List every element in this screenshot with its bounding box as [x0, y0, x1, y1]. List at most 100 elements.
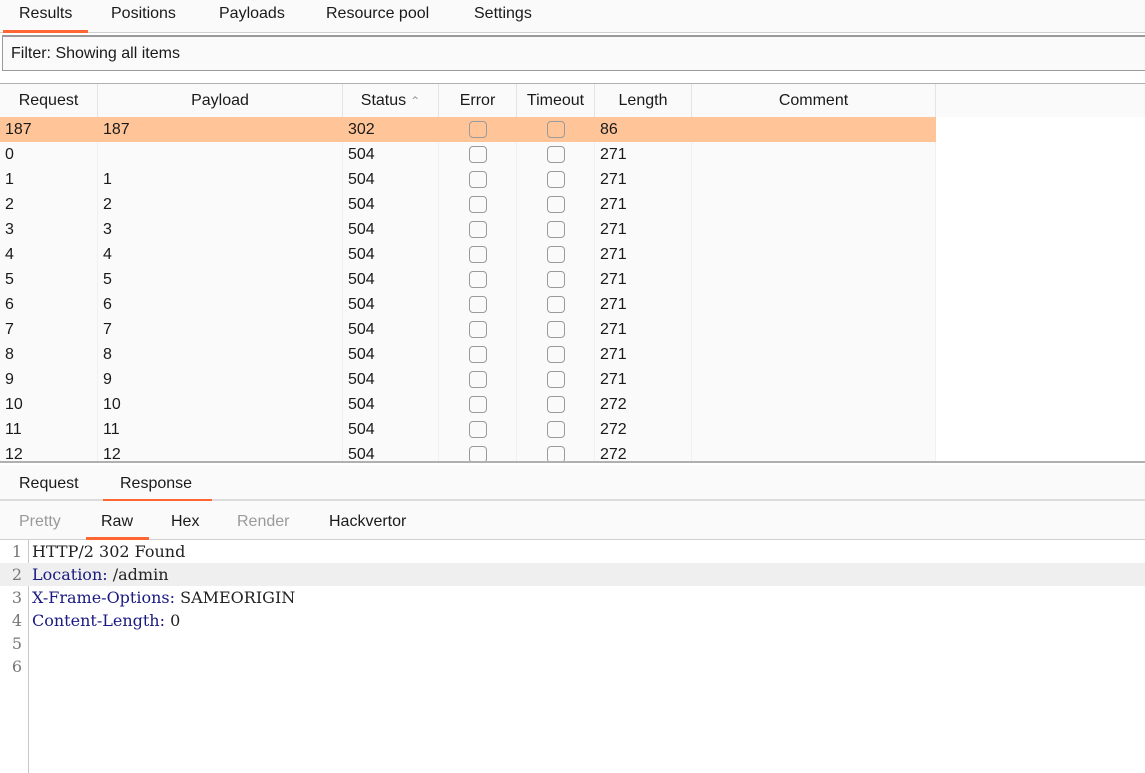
error-checkbox[interactable] [469, 371, 487, 388]
column-label: Request [18, 92, 79, 109]
column-label: Error [459, 92, 496, 109]
error-checkbox[interactable] [469, 121, 487, 138]
error-checkbox[interactable] [469, 346, 487, 363]
cell-status: 504 [343, 242, 439, 267]
tab-request[interactable]: Request [19, 475, 79, 493]
cell-comment [692, 217, 936, 242]
tab-positions[interactable]: Positions [111, 5, 176, 23]
error-checkbox[interactable] [469, 396, 487, 413]
column-header-length[interactable]: Length [595, 84, 692, 117]
response-editor[interactable]: 1 HTTP/2 302 Found 2 Location: /admin 3 X-Fra… [0, 540, 1145, 773]
cell-timeout [517, 392, 595, 417]
error-checkbox[interactable] [469, 421, 487, 438]
timeout-checkbox[interactable] [547, 196, 565, 213]
cell-timeout [517, 217, 595, 242]
cell-timeout [517, 292, 595, 317]
cell-length: 86 [600, 121, 618, 138]
timeout-checkbox[interactable] [547, 146, 565, 163]
timeout-checkbox[interactable] [547, 171, 565, 188]
timeout-checkbox[interactable] [547, 421, 565, 438]
column-header-payload[interactable]: Payload [98, 84, 343, 117]
error-checkbox[interactable] [469, 271, 487, 288]
cell-comment [692, 292, 936, 317]
table-row[interactable]: 10 10 504 272 [0, 392, 936, 417]
table-row[interactable]: 4 4 504 271 [0, 242, 936, 267]
table-row[interactable]: 0 504 271 [0, 142, 936, 167]
table-row[interactable]: 8 8 504 271 [0, 342, 936, 367]
cell-request: 4 [0, 242, 98, 267]
filter-bar[interactable]: Filter: Showing all items [2, 35, 1145, 71]
table-row[interactable]: 187 187 302 86 [0, 117, 936, 142]
table-row[interactable]: 2 2 504 271 [0, 192, 936, 217]
cell-length: 271 [595, 267, 692, 292]
timeout-checkbox[interactable] [547, 396, 565, 413]
cell-error [439, 367, 517, 392]
tab-payloads[interactable]: Payloads [219, 5, 285, 23]
error-checkbox[interactable] [469, 196, 487, 213]
timeout-checkbox[interactable] [547, 246, 565, 263]
cell-length: 271 [595, 167, 692, 192]
error-checkbox[interactable] [469, 246, 487, 263]
cell-payload: 12 [98, 442, 343, 461]
cell-timeout [517, 192, 595, 217]
error-checkbox[interactable] [469, 171, 487, 188]
table-row[interactable]: 1 1 504 271 [0, 167, 936, 192]
timeout-checkbox[interactable] [547, 296, 565, 313]
error-checkbox[interactable] [469, 146, 487, 163]
error-checkbox[interactable] [469, 296, 487, 313]
tab-render[interactable]: Render [237, 513, 289, 531]
tab-hackvertor[interactable]: Hackvertor [329, 513, 406, 531]
table-row[interactable]: 5 5 504 271 [0, 267, 936, 292]
column-header-error[interactable]: Error [439, 84, 517, 117]
cell-payload: 9 [98, 367, 343, 392]
cell-status: 504 [343, 342, 439, 367]
cell-status: 504 [343, 367, 439, 392]
timeout-checkbox[interactable] [547, 121, 565, 138]
cell-status: 504 [343, 317, 439, 342]
table-row[interactable]: 7 7 504 271 [0, 317, 936, 342]
cell-status: 504 [343, 167, 439, 192]
tab-results[interactable]: Results [2, 5, 89, 33]
header-value: HTTP/2 302 Found [32, 542, 186, 561]
cell-comment [692, 317, 936, 342]
code-line: 5 [0, 632, 1145, 655]
cell-length: 271 [595, 367, 692, 392]
tab-resource-pool[interactable]: Resource pool [326, 5, 429, 23]
cell-payload: 10 [98, 392, 343, 417]
table-row[interactable]: 6 6 504 271 [0, 292, 936, 317]
error-checkbox[interactable] [469, 321, 487, 338]
tab-raw[interactable]: Raw [85, 513, 150, 540]
cell-error [439, 217, 517, 242]
header-value: /admin [107, 565, 169, 584]
header-value: 0 [164, 611, 181, 630]
cell-status: 504 [343, 192, 439, 217]
tab-settings[interactable]: Settings [474, 5, 532, 23]
column-header-timeout[interactable]: Timeout [517, 84, 595, 117]
cell-comment [692, 142, 936, 167]
column-header-request[interactable]: Request [0, 84, 98, 117]
error-checkbox[interactable] [469, 446, 487, 461]
cell-comment [692, 392, 936, 417]
table-row[interactable]: 3 3 504 271 [0, 217, 936, 242]
tab-response[interactable]: Response [102, 475, 213, 502]
tab-pretty[interactable]: Pretty [19, 513, 61, 531]
table-row[interactable]: 12 12 504 272 [0, 442, 936, 461]
cell-length: 271 [595, 242, 692, 267]
cell-timeout [517, 417, 595, 442]
cell-request: 0 [0, 142, 98, 167]
error-checkbox[interactable] [469, 221, 487, 238]
timeout-checkbox[interactable] [547, 271, 565, 288]
timeout-checkbox[interactable] [547, 221, 565, 238]
cell-timeout [517, 267, 595, 292]
timeout-checkbox[interactable] [547, 321, 565, 338]
column-header-comment[interactable]: Comment [692, 84, 936, 117]
table-row[interactable]: 11 11 504 272 [0, 417, 936, 442]
filter-label: Filter: Showing all items [11, 45, 180, 62]
timeout-checkbox[interactable] [547, 371, 565, 388]
column-header-status[interactable]: Status ⌃ [343, 84, 439, 117]
cell-request: 2 [0, 192, 98, 217]
timeout-checkbox[interactable] [547, 346, 565, 363]
timeout-checkbox[interactable] [547, 446, 565, 461]
tab-hex[interactable]: Hex [171, 513, 199, 531]
table-row[interactable]: 9 9 504 271 [0, 367, 936, 392]
